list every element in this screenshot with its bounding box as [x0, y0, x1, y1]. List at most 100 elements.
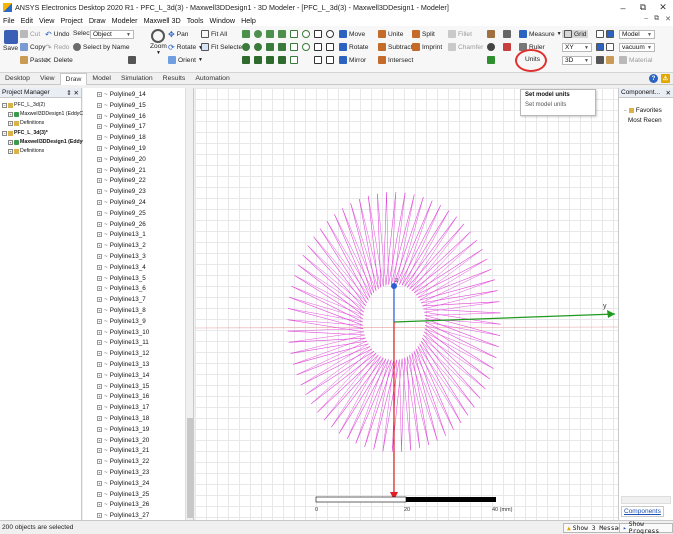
- select-by-name-button[interactable]: Select by Name: [73, 43, 130, 51]
- draw-box-icon[interactable]: [242, 30, 250, 38]
- draw-prism-icon[interactable]: [266, 30, 274, 38]
- rotate-object-button[interactable]: Rotate: [339, 43, 368, 51]
- expand-icon[interactable]: +: [97, 470, 102, 475]
- snap-edge-icon[interactable]: [596, 43, 604, 51]
- components-h-scrollbar[interactable]: [621, 496, 671, 504]
- object-cs-icon[interactable]: [487, 56, 495, 64]
- history-item[interactable]: + ~ Polyline13_16: [97, 393, 149, 400]
- tab-desktop[interactable]: Desktop: [0, 73, 35, 85]
- expand-icon[interactable]: +: [97, 156, 102, 162]
- copy-button[interactable]: Copy: [20, 43, 45, 51]
- orient-button[interactable]: Orient ▼: [168, 56, 203, 64]
- history-item[interactable]: + ~ Polyline9_23: [97, 188, 146, 195]
- expand-icon[interactable]: +: [97, 340, 102, 346]
- expand-icon[interactable]: +: [97, 362, 102, 367]
- history-item[interactable]: + ~ Polyline13_25: [97, 491, 149, 498]
- history-item[interactable]: + ~ Polyline9_24: [97, 199, 146, 206]
- help-icon[interactable]: ?: [649, 74, 658, 83]
- face-cs-icon[interactable]: [487, 43, 495, 51]
- draw-region-icon[interactable]: [266, 56, 274, 64]
- menu-project[interactable]: Project: [57, 16, 85, 25]
- snap-quadrant-icon[interactable]: [606, 56, 614, 64]
- snap-center-icon[interactable]: [596, 56, 604, 64]
- measure-button[interactable]: Measure ▼: [519, 30, 562, 38]
- history-item[interactable]: + ~ Polyline13_9: [97, 318, 146, 325]
- history-item[interactable]: + ~ Polyline13_10: [97, 329, 149, 336]
- expand-icon[interactable]: +: [97, 329, 102, 335]
- tab-draw[interactable]: Draw: [59, 72, 88, 85]
- history-item[interactable]: + ~ Polyline9_14: [97, 91, 146, 98]
- most-recent-item[interactable]: Most Recen: [628, 117, 662, 124]
- minimize-button[interactable]: –: [613, 0, 633, 15]
- model-type-combo[interactable]: Model ▼: [619, 30, 655, 39]
- set-working-cs-icon[interactable]: [503, 30, 511, 38]
- expand-icon[interactable]: +: [97, 92, 102, 97]
- grid-button[interactable]: Grid: [562, 30, 589, 38]
- history-item[interactable]: + ~ Polyline9_16: [97, 113, 146, 120]
- pin-close-icon[interactable]: ⇕ ✕: [66, 89, 79, 97]
- history-item[interactable]: + ~ Polyline13_4: [97, 264, 146, 271]
- draw-circle-icon[interactable]: [302, 30, 310, 38]
- expand-icon[interactable]: +: [97, 372, 102, 378]
- unite-button[interactable]: Unite: [378, 30, 403, 38]
- history-item[interactable]: + ~ Polyline9_22: [97, 177, 146, 184]
- history-item[interactable]: + ~ Polyline9_21: [97, 167, 146, 174]
- subtract-button[interactable]: Subtract: [378, 43, 413, 51]
- expand-icon[interactable]: +: [97, 491, 102, 497]
- history-item[interactable]: + ~ Polyline13_12: [97, 350, 149, 357]
- expand-icon[interactable]: +: [97, 113, 102, 119]
- material-combo[interactable]: vacuum ▼: [619, 43, 655, 52]
- expand-icon[interactable]: +: [97, 480, 102, 486]
- expand-icon[interactable]: +: [97, 264, 102, 270]
- expand-icon[interactable]: +: [97, 383, 102, 389]
- history-item[interactable]: + ~ Polyline13_20: [97, 437, 149, 444]
- expand-icon[interactable]: +: [97, 254, 102, 259]
- fillet-button[interactable]: Fillet: [448, 30, 472, 38]
- scrollbar-thumb[interactable]: [187, 418, 193, 518]
- history-item[interactable]: + ~ Polyline13_14: [97, 372, 149, 379]
- history-item[interactable]: + ~ Polyline9_25: [97, 210, 146, 217]
- draw-line-icon[interactable]: [314, 30, 322, 38]
- history-item[interactable]: + ~ Polyline13_13: [97, 361, 149, 368]
- warning-icon[interactable]: ⚠: [661, 74, 670, 83]
- menu-draw[interactable]: Draw: [86, 16, 109, 25]
- cut-button[interactable]: Cut: [20, 30, 40, 38]
- expand-icon[interactable]: +: [97, 394, 102, 400]
- history-item[interactable]: + ~ Polyline13_3: [97, 253, 146, 260]
- material-button[interactable]: Material: [619, 56, 652, 64]
- draw-spiral-icon[interactable]: [278, 43, 286, 51]
- history-item[interactable]: + ~ Polyline13_5: [97, 275, 146, 282]
- snap-grid-icon[interactable]: [596, 30, 604, 38]
- history-item[interactable]: + ~ Polyline13_8: [97, 307, 146, 314]
- expand-icon[interactable]: +: [97, 189, 102, 195]
- history-item[interactable]: + ~ Polyline9_26: [97, 221, 146, 228]
- draw-arc-icon[interactable]: [326, 30, 334, 38]
- history-item[interactable]: + ~ Polyline13_24: [97, 480, 149, 487]
- menu-modeler[interactable]: Modeler: [109, 16, 141, 25]
- draw-sphere-icon[interactable]: [242, 43, 250, 51]
- expand-icon[interactable]: +: [97, 286, 102, 292]
- snap-vertex-icon[interactable]: [606, 30, 614, 38]
- zoom-button[interactable]: Zoom ▼: [150, 29, 167, 56]
- tab-model[interactable]: Model: [87, 73, 116, 85]
- expand-icon[interactable]: +: [97, 502, 102, 508]
- draw-rectangle-icon[interactable]: [290, 30, 298, 38]
- menu-maxwell3d[interactable]: Maxwell 3D: [141, 16, 184, 25]
- fit-selected-button[interactable]: Fit Selected: [201, 43, 246, 51]
- move-button[interactable]: Move: [339, 30, 365, 38]
- tab-simulation[interactable]: Simulation: [116, 73, 158, 85]
- expand-icon[interactable]: +: [97, 426, 102, 432]
- expand-icon[interactable]: +: [97, 135, 102, 141]
- draw-torus-icon[interactable]: [254, 43, 262, 51]
- show-progress-button[interactable]: ▸ Show Progress: [619, 521, 673, 534]
- select-filter-icon[interactable]: [128, 56, 136, 64]
- history-item[interactable]: + ~ Polyline13_6: [97, 285, 146, 292]
- draw-ellipse-icon[interactable]: [302, 43, 310, 51]
- expand-icon[interactable]: +: [97, 416, 102, 421]
- menu-tools[interactable]: Tools: [184, 16, 207, 25]
- history-item[interactable]: + ~ Polyline13_18: [97, 415, 149, 422]
- history-item[interactable]: + ~ Polyline9_20: [97, 156, 146, 163]
- drawing-plane-combo[interactable]: XY ▼: [562, 43, 592, 52]
- save-button[interactable]: Save: [3, 30, 18, 52]
- tree-project-1[interactable]: − PFC_L_3d(2): [2, 102, 45, 108]
